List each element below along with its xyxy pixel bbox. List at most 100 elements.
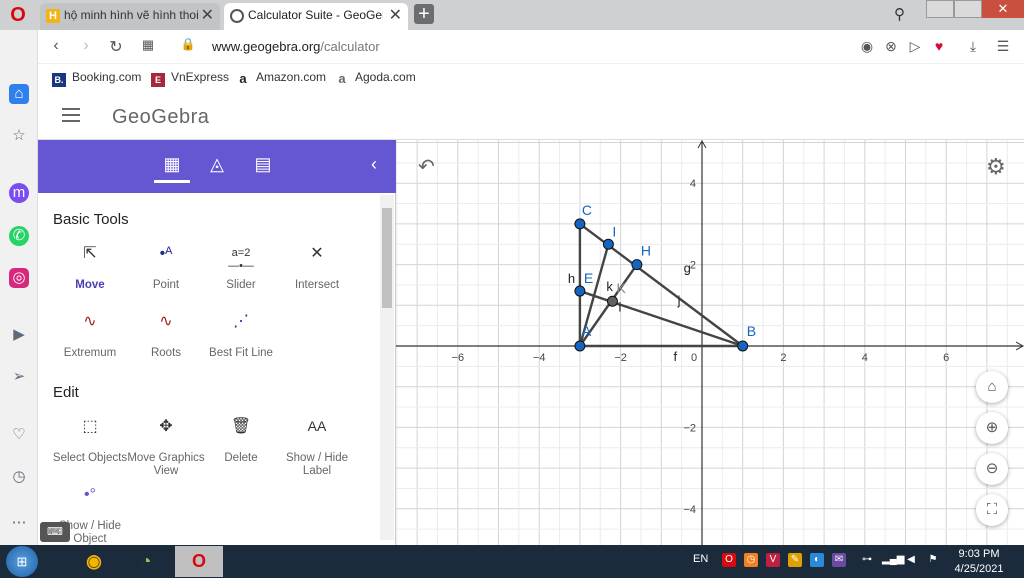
tool-roots[interactable]: ∿ Roots xyxy=(127,314,205,360)
best-fit-line-icon: ⋰ xyxy=(233,313,249,330)
camera-icon[interactable]: ◉ xyxy=(858,38,876,55)
y-tick-label: −2 xyxy=(683,422,696,434)
graphics-view[interactable]: −6 −4 −2 0 2 4 6 4 2 −2 −4 h g j f k i C I H E K A B xyxy=(396,140,1024,545)
gear-icon[interactable]: ⚙ xyxy=(986,154,1006,180)
x-tick-label: 4 xyxy=(862,352,868,364)
tab-title: hộ minh hình vẽ hình thoi xyxy=(64,8,199,22)
keyboard-icon[interactable]: ⌨ xyxy=(40,522,70,542)
tray-icon[interactable]: ✉ xyxy=(832,553,846,567)
player-icon[interactable]: ▶ xyxy=(9,325,29,345)
home-view-button[interactable]: ⌂ xyxy=(976,371,1008,403)
bookmark-vnexpress[interactable]: E VnExpress xyxy=(151,70,229,87)
messenger-icon[interactable]: m xyxy=(9,183,29,203)
x-tick-label: −6 xyxy=(452,352,465,364)
graphics-canvas[interactable]: −6 −4 −2 0 2 4 642−2−4hgjfkiCIHEKA B xyxy=(396,140,1024,545)
amazon-icon: a xyxy=(239,71,247,86)
close-tab-icon[interactable]: ✕ xyxy=(389,3,402,28)
easy-setup-icon[interactable]: ☰ xyxy=(994,38,1012,55)
tool-delete[interactable]: 🗑 Delete xyxy=(202,418,280,465)
geogebra-logo[interactable]: GeoGebra xyxy=(112,106,209,129)
signal-icon[interactable]: ▂▄▆ xyxy=(882,553,904,567)
clock-time: 9:03 PM xyxy=(958,548,1000,560)
point-B xyxy=(737,340,749,352)
language-indicator[interactable]: EN xyxy=(693,553,708,565)
bookmark-amazon[interactable]: a Amazon.com xyxy=(236,70,326,86)
flag-icon[interactable]: ⚑ xyxy=(926,553,940,567)
point-label-C: C xyxy=(582,202,592,218)
zoom-out-button[interactable]: ⊖ xyxy=(976,453,1008,485)
point-label-E: E xyxy=(584,270,593,286)
send-icon[interactable]: ▷ xyxy=(906,38,924,55)
bookmarks-icon[interactable]: ☆ xyxy=(9,126,29,146)
clock[interactable]: 9:03 PM 4/25/2021 xyxy=(948,547,1010,577)
vnexpress-icon: E xyxy=(151,73,165,87)
table-icon[interactable]: ▤ xyxy=(251,154,275,175)
search-tabs-icon[interactable]: ⚲ xyxy=(894,5,905,23)
back-icon[interactable]: ‹ xyxy=(46,37,66,55)
point-C xyxy=(574,218,586,230)
opera-logo-icon[interactable]: O xyxy=(6,4,30,26)
new-tab-button[interactable]: + xyxy=(414,4,434,24)
tool-point[interactable]: •ᴬ Point xyxy=(127,246,205,292)
tool-move[interactable]: ⇱ Move xyxy=(51,246,129,292)
network-icon[interactable]: ⊶ xyxy=(860,553,874,567)
opera-taskbar-icon[interactable]: O xyxy=(175,546,223,577)
tray-icon[interactable]: ✎ xyxy=(788,553,802,567)
close-window-button[interactable]: ✕ xyxy=(982,0,1024,18)
tool-intersect[interactable]: ✕ Intersect xyxy=(278,246,356,292)
reload-icon[interactable]: ↻ xyxy=(106,37,126,57)
heart-icon[interactable]: ♥ xyxy=(930,38,948,54)
tool-label: Select Objects xyxy=(52,452,128,464)
tray-icon[interactable]: ◷ xyxy=(744,553,758,567)
forward-icon[interactable]: › xyxy=(76,37,96,55)
bookmark-label: Agoda.com xyxy=(355,70,416,84)
fullscreen-button[interactable]: ⛶ xyxy=(976,494,1008,526)
move-graphics-icon: ✥ xyxy=(159,418,173,435)
tool-best-fit-line[interactable]: ⋰ Best Fit Line xyxy=(202,313,280,360)
minimize-button[interactable] xyxy=(926,0,954,18)
speed-dial-icon[interactable]: ▦ xyxy=(138,37,158,53)
tool-extremum[interactable]: ∿ Extremum xyxy=(51,314,129,360)
scrollbar-thumb[interactable] xyxy=(382,208,392,308)
point-label-H: H xyxy=(641,243,651,259)
trash-icon: 🗑 xyxy=(230,418,252,435)
undo-icon[interactable]: ↶ xyxy=(418,154,435,179)
tool-label: Extremum xyxy=(63,347,117,359)
url-path: /calculator xyxy=(320,39,380,54)
tray-icon[interactable]: V xyxy=(766,553,780,567)
bookmark-booking[interactable]: B. Booking.com xyxy=(52,70,141,87)
start-button[interactable]: ⊞ xyxy=(6,546,38,577)
menu-icon[interactable] xyxy=(62,108,80,122)
calculator-icon[interactable]: ▦ xyxy=(160,154,184,175)
collapse-panel-icon[interactable]: ‹ xyxy=(362,154,386,175)
zoom-in-button[interactable]: ⊕ xyxy=(976,412,1008,444)
tool-select-objects[interactable]: ⬚ Select Objects xyxy=(51,419,129,465)
slider-icon: a=2 —•— xyxy=(228,247,254,272)
url-field[interactable]: www.geogebra.org/calculator xyxy=(212,39,380,54)
opera-tray-icon[interactable]: O xyxy=(722,553,736,567)
tool-slider[interactable]: a=2 —•— Slider xyxy=(202,247,280,292)
browser-tab-2[interactable]: Calculator Suite - GeoGebra ✕ xyxy=(224,3,408,30)
browser-tab-1[interactable]: H hộ minh hình vẽ hình thoi ✕ xyxy=(40,3,220,30)
instagram-icon[interactable]: ◎ xyxy=(9,268,29,288)
app-icon[interactable]: ◔ xyxy=(126,546,166,577)
download-icon[interactable]: ⤓ xyxy=(964,38,982,55)
geometry-tools-icon[interactable]: ◬ xyxy=(205,154,229,175)
maximize-button[interactable] xyxy=(954,0,982,18)
flow-icon[interactable]: ➢ xyxy=(9,367,29,387)
home-icon[interactable]: ⌂ xyxy=(9,84,29,104)
whatsapp-icon[interactable]: ✆ xyxy=(9,226,29,246)
tool-show-hide-label[interactable]: AA Show / Hide Label xyxy=(278,419,356,478)
history-icon[interactable]: ◷ xyxy=(9,467,29,487)
chrome-icon[interactable]: ◉ xyxy=(74,546,114,577)
favorites-icon[interactable]: ♡ xyxy=(9,425,29,445)
adblock-icon[interactable]: ⊗ xyxy=(882,38,900,55)
tool-move-graphics-view[interactable]: ✥ Move Graphics View xyxy=(127,418,205,478)
tool-label: Roots xyxy=(150,347,182,359)
more-icon[interactable]: ⋯ xyxy=(9,513,29,533)
tray-icon[interactable]: ◐ xyxy=(810,553,824,567)
bookmark-agoda[interactable]: a Agoda.com xyxy=(335,70,416,86)
x-tick-label: −4 xyxy=(533,352,546,364)
volume-icon[interactable]: ◀ xyxy=(904,553,918,567)
close-tab-icon[interactable]: ✕ xyxy=(201,3,214,28)
